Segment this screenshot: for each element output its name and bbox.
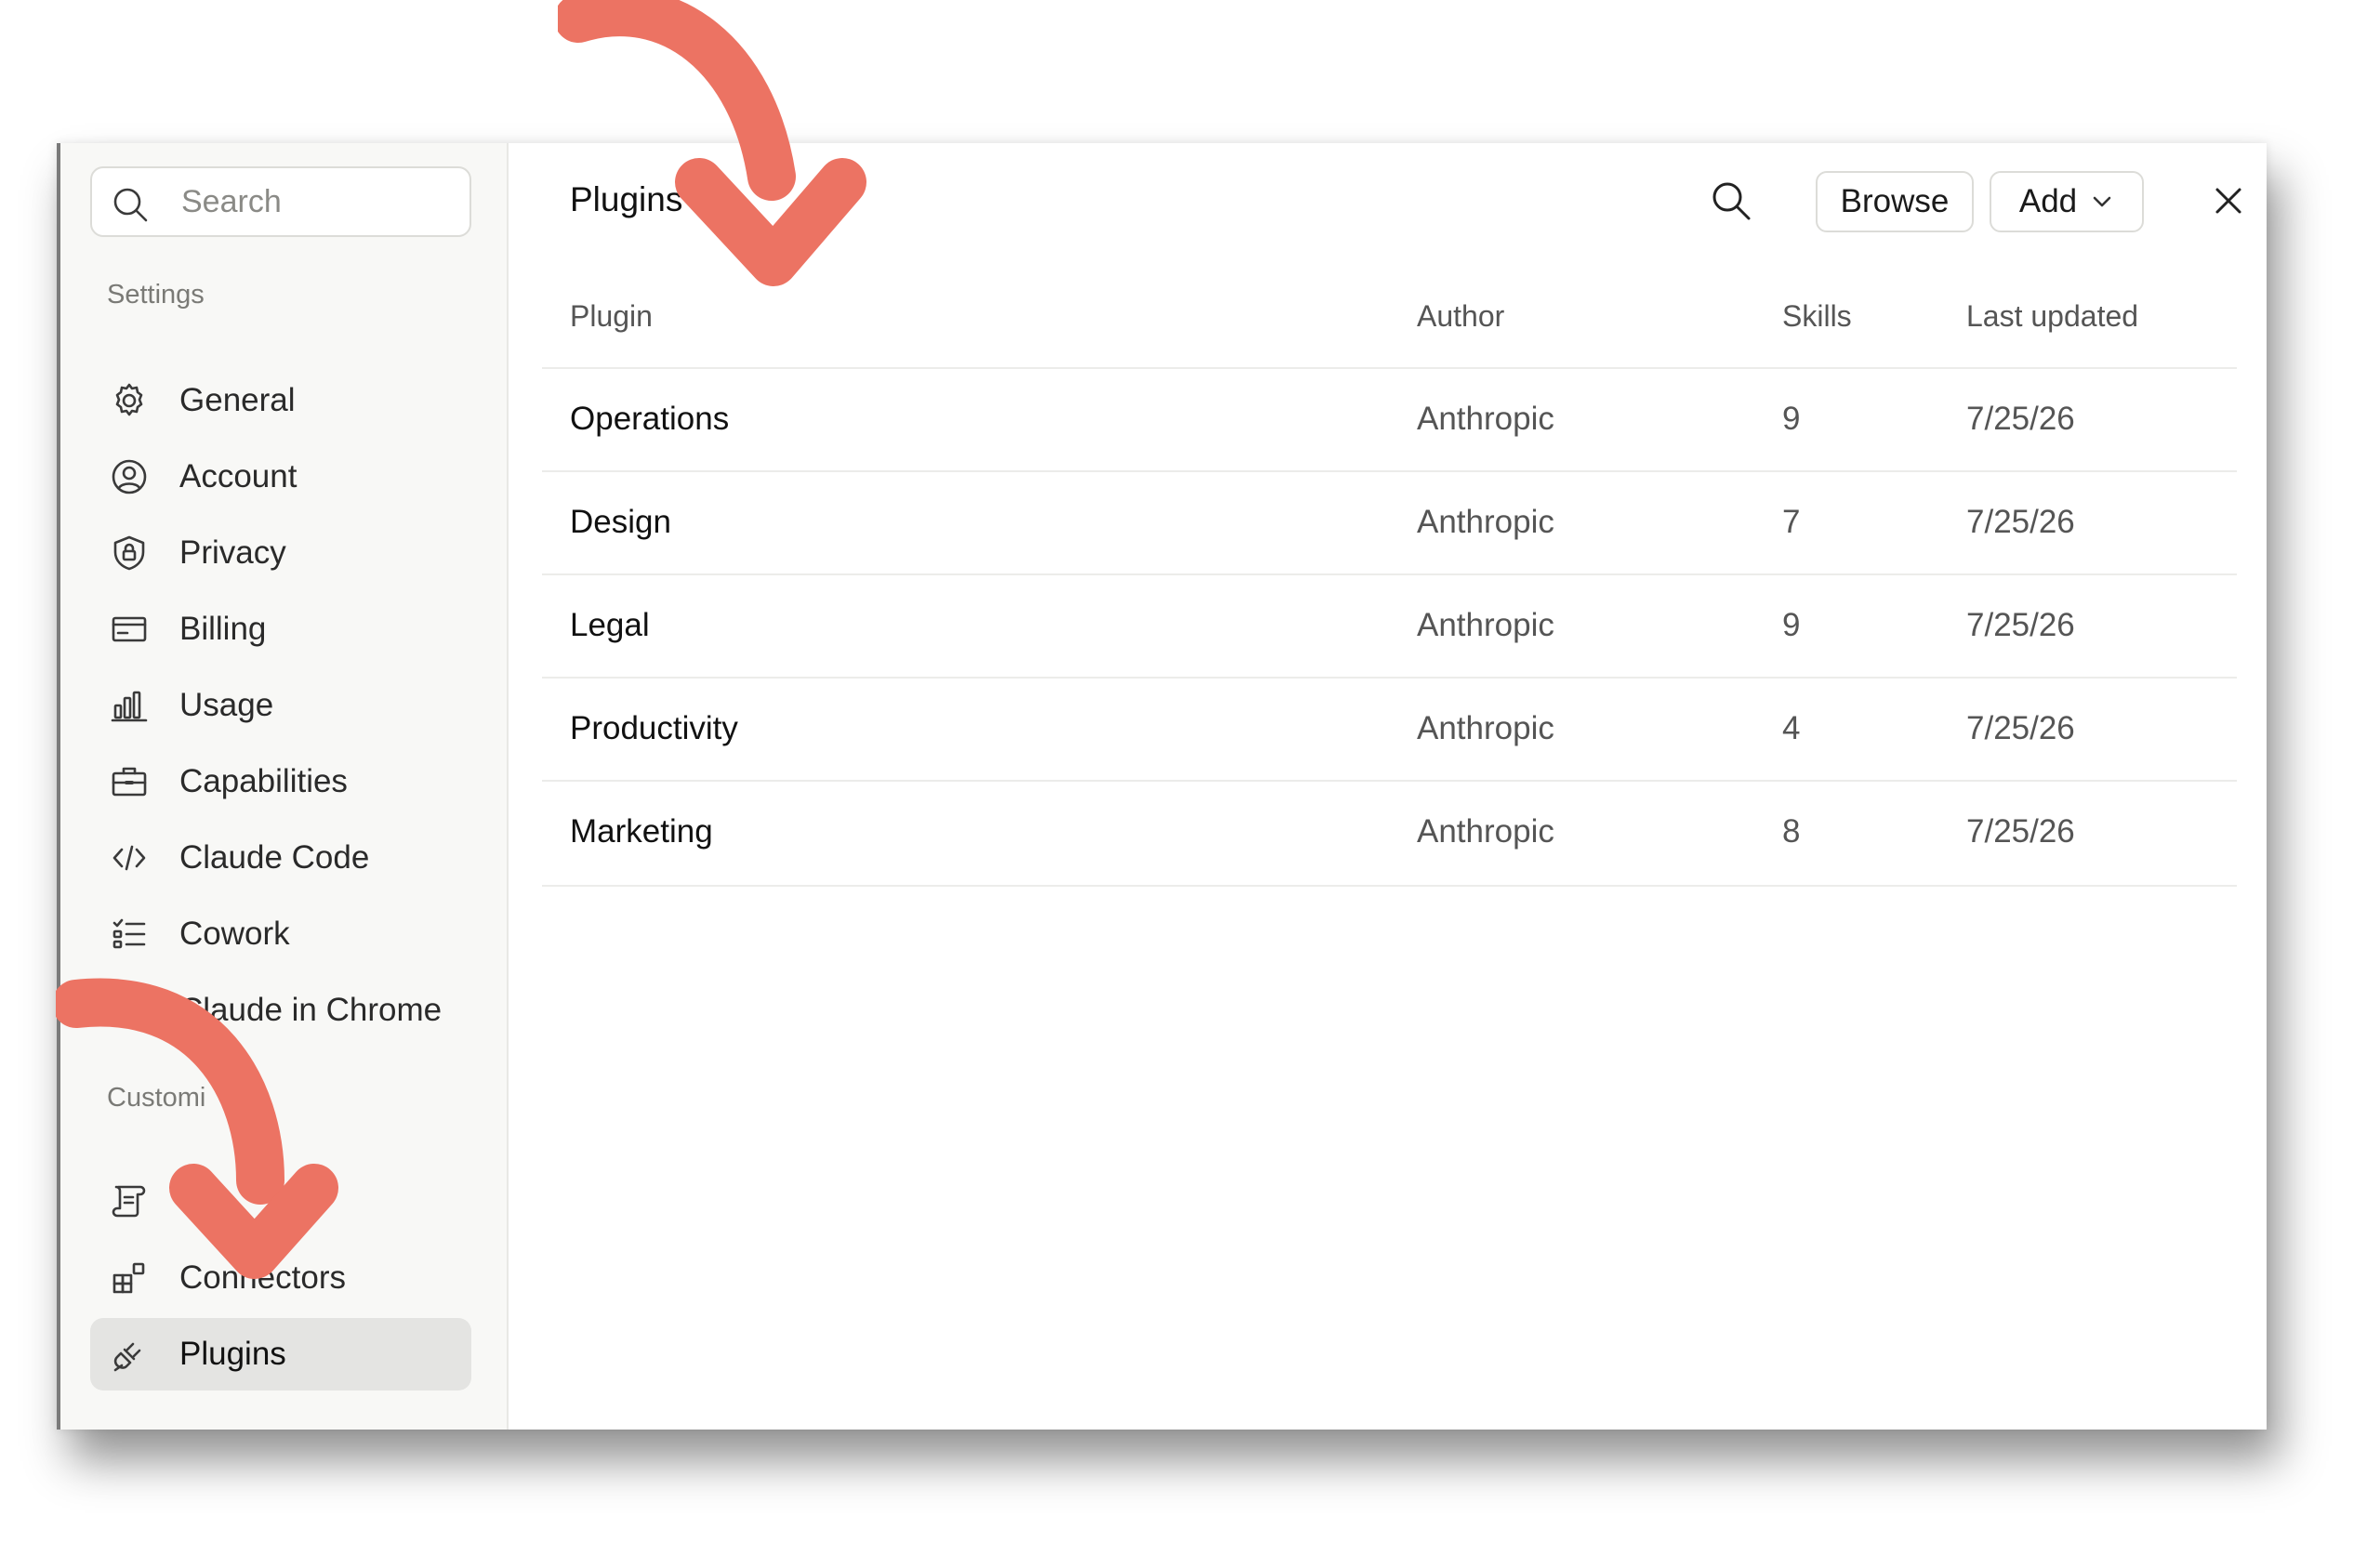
add-button-label: Add — [2018, 183, 2078, 219]
chevron-down-icon — [2093, 196, 2111, 207]
column-header-author: Author — [1417, 299, 1505, 333]
plugin-skills: 7 — [1782, 504, 1801, 540]
scroll-icon — [112, 1185, 146, 1218]
plugin-author: Anthropic — [1417, 710, 1554, 746]
gear-icon — [115, 383, 143, 416]
briefcase-icon — [112, 767, 147, 797]
plugin-updated: 7/25/26 — [1966, 401, 2075, 437]
close-icon[interactable] — [2210, 182, 2247, 219]
sidebar-item-billing[interactable]: Billing — [90, 593, 471, 666]
customize-section-label: Customi — [107, 1083, 206, 1113]
code-icon — [112, 845, 146, 871]
column-header-plugin: Plugin — [570, 299, 653, 333]
sidebar-item-skills[interactable] — [90, 1165, 471, 1237]
browse-button-label: Browse — [1840, 183, 1950, 219]
sidebar-item-general[interactable]: General — [90, 364, 471, 437]
table-row[interactable]: Legal Anthropic 9 7/25/26 — [542, 573, 2237, 679]
plugin-name: Productivity — [570, 710, 738, 746]
add-button[interactable]: Add — [1990, 171, 2144, 232]
grid-plus-icon — [112, 1262, 145, 1294]
plugin-author: Anthropic — [1417, 607, 1554, 643]
checklist-icon — [112, 918, 146, 949]
table-row[interactable]: Marketing Anthropic 8 7/25/26 — [542, 780, 2237, 887]
sidebar-item-account[interactable]: Account — [90, 441, 471, 513]
column-header-skills: Skills — [1782, 299, 1852, 333]
sidebar-item-label: Account — [179, 458, 298, 494]
browse-button[interactable]: Browse — [1816, 171, 1974, 232]
table-row[interactable]: Productivity Anthropic 4 7/25/26 — [542, 677, 2237, 782]
sidebar-item-label: Privacy — [179, 534, 286, 571]
page-title: Plugins — [570, 180, 683, 218]
plugin-skills: 9 — [1782, 607, 1801, 643]
search-placeholder: Search — [181, 183, 282, 219]
plugin-updated: 7/25/26 — [1966, 710, 2075, 746]
bar-chart-icon — [111, 691, 148, 722]
plugin-updated: 7/25/26 — [1966, 607, 2075, 643]
sidebar-item-label: Billing — [179, 611, 267, 647]
sidebar-item-usage[interactable]: Usage — [90, 669, 471, 742]
sidebar-item-label: Usage — [179, 687, 274, 723]
sidebar-item-label: General — [179, 382, 296, 418]
sidebar-item-connectors[interactable]: Connectors — [90, 1242, 471, 1314]
table-row[interactable]: Design Anthropic 7 7/25/26 — [542, 470, 2237, 575]
sidebar-item-label: Plugins — [179, 1336, 286, 1372]
settings-section-label: Settings — [107, 280, 205, 310]
sidebar-item-label: Capabilities — [179, 763, 348, 799]
sidebar-item-claude-in-chrome[interactable]: Claude in Chrome — [90, 974, 471, 1047]
sidebar-item-label: Connectors — [179, 1259, 346, 1296]
plugin-author: Anthropic — [1417, 813, 1554, 850]
plugins-panel: Plugins Browse Add Plugin Author Skills … — [509, 143, 2267, 1430]
plugin-author: Anthropic — [1417, 504, 1554, 540]
plugin-skills: 8 — [1782, 813, 1801, 850]
search-icon[interactable] — [1709, 178, 1753, 223]
column-header-last-updated: Last updated — [1966, 299, 2139, 333]
plugin-skills: 9 — [1782, 401, 1801, 437]
plugin-updated: 7/25/26 — [1966, 504, 2075, 540]
plugin-name: Marketing — [570, 813, 713, 850]
sidebar-item-privacy[interactable]: Privacy — [90, 517, 471, 589]
sidebar-item-capabilities[interactable]: Capabilities — [90, 745, 471, 818]
chrome-icon — [112, 994, 146, 1027]
sidebar-item-plugins[interactable]: Plugins — [90, 1318, 471, 1390]
search-input[interactable]: Search — [90, 166, 471, 237]
plug-icon — [113, 1342, 141, 1372]
sidebar-item-label: Claude in Chrome — [179, 992, 443, 1028]
plugin-name: Legal — [570, 607, 650, 643]
plugin-name: Operations — [570, 401, 730, 437]
sidebar-item-label: Claude Code — [179, 839, 370, 876]
user-circle-icon — [112, 459, 147, 494]
plugin-name: Design — [570, 504, 671, 540]
credit-card-icon — [112, 616, 147, 642]
settings-window: Search Settings General Account Privacy — [57, 143, 2267, 1430]
plugin-skills: 4 — [1782, 710, 1801, 746]
plugin-author: Anthropic — [1417, 401, 1554, 437]
plugin-updated: 7/25/26 — [1966, 813, 2075, 850]
sidebar-item-label: Cowork — [179, 916, 290, 952]
search-icon — [113, 188, 148, 222]
table-row[interactable]: Operations Anthropic 9 7/25/26 — [542, 367, 2237, 472]
sidebar-item-cowork[interactable]: Cowork — [90, 898, 471, 970]
sidebar-item-claude-code[interactable]: Claude Code — [90, 822, 471, 894]
settings-sidebar: Search Settings General Account Privacy — [60, 143, 509, 1430]
shield-lock-icon — [113, 535, 145, 571]
